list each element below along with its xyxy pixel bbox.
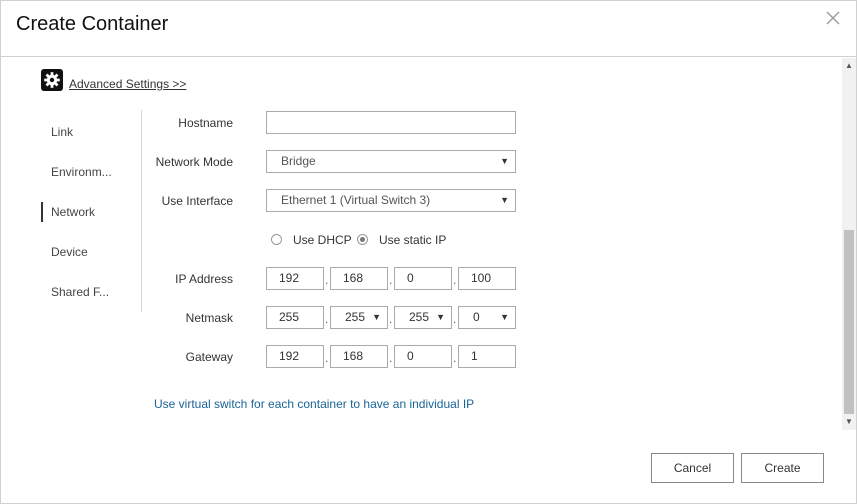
use-dhcp-radio[interactable] <box>271 234 282 245</box>
create-button[interactable]: Create <box>741 453 824 483</box>
use-interface-select[interactable]: Ethernet 1 (Virtual Switch 3) ▼ <box>266 189 516 212</box>
use-static-ip-label: Use static IP <box>379 233 447 247</box>
netmask-octet-1-input[interactable]: 255 <box>266 306 324 329</box>
chevron-down-icon: ▼ <box>436 312 445 322</box>
chevron-down-icon: ▼ <box>500 312 509 322</box>
ip-octet-4-input[interactable]: 100 <box>458 267 516 290</box>
dialog-title: Create Container <box>16 13 169 35</box>
ip-octet-3-input[interactable]: 0 <box>394 267 452 290</box>
gear-icon <box>41 69 63 91</box>
gateway-octet-1-input[interactable]: 192 <box>266 345 324 368</box>
use-interface-label: Use Interface <box>161 194 233 208</box>
cancel-button[interactable]: Cancel <box>651 453 734 483</box>
close-icon[interactable] <box>826 11 842 27</box>
hostname-label: Hostname <box>178 116 233 130</box>
sidebar-item-shared-folders[interactable]: Shared F... <box>41 282 141 302</box>
netmask-octet-2-select[interactable]: 255 ▼ <box>330 306 388 329</box>
use-dhcp-label: Use DHCP <box>293 233 352 247</box>
sidebar-item-device[interactable]: Device <box>41 242 141 262</box>
chevron-down-icon: ▼ <box>372 312 381 322</box>
network-mode-select[interactable]: Bridge ▼ <box>266 150 516 173</box>
netmask-octet-4-select[interactable]: 0 ▼ <box>458 306 516 329</box>
scrollbar-thumb[interactable] <box>844 230 854 414</box>
sidebar-item-network[interactable]: Network <box>41 202 141 222</box>
advanced-settings-link[interactable]: Advanced Settings >> <box>69 77 186 91</box>
gateway-separator: . <box>389 351 393 365</box>
netmask-octet-2-value: 255 <box>345 310 366 324</box>
gateway-octet-3-input[interactable]: 0 <box>394 345 452 368</box>
virtual-switch-hint: Use virtual switch for each container to… <box>154 397 475 411</box>
netmask-octet-4-value: 0 <box>473 310 480 324</box>
netmask-octet-3-select[interactable]: 255 ▼ <box>394 306 452 329</box>
ip-separator: . <box>389 273 393 287</box>
netmask-separator: . <box>389 312 393 326</box>
sidebar-item-environment[interactable]: Environm... <box>41 162 141 182</box>
use-interface-value: Ethernet 1 (Virtual Switch 3) <box>281 193 431 207</box>
dialog-body: Advanced Settings >> Link Environm... Ne… <box>1 58 856 430</box>
ip-octet-2-input[interactable]: 168 <box>330 267 388 290</box>
network-mode-value: Bridge <box>281 154 316 168</box>
gateway-separator: . <box>325 351 329 365</box>
netmask-separator: . <box>453 312 457 326</box>
gateway-separator: . <box>453 351 457 365</box>
hostname-input[interactable] <box>266 111 516 134</box>
scroll-up-arrow-icon[interactable]: ▲ <box>842 60 856 72</box>
gateway-octet-4-input[interactable]: 1 <box>458 345 516 368</box>
network-mode-label: Network Mode <box>155 155 233 169</box>
create-container-dialog: Create Container Advanced Settings >> Li… <box>0 0 857 504</box>
use-static-ip-radio[interactable] <box>357 234 368 245</box>
settings-sidenav: Link Environm... Network Device Shared F… <box>41 110 142 312</box>
ip-octet-1-input[interactable]: 192 <box>266 267 324 290</box>
ip-address-label: IP Address <box>175 272 233 286</box>
netmask-label: Netmask <box>185 311 233 325</box>
dialog-titlebar: Create Container <box>1 1 856 57</box>
ip-separator: . <box>325 273 329 287</box>
gateway-label: Gateway <box>185 350 233 364</box>
chevron-down-icon: ▼ <box>500 156 509 166</box>
gateway-octet-2-input[interactable]: 168 <box>330 345 388 368</box>
chevron-down-icon: ▼ <box>500 195 509 205</box>
ip-separator: . <box>453 273 457 287</box>
dialog-scrollbar[interactable]: ▲ ▼ <box>842 58 856 430</box>
netmask-separator: . <box>325 312 329 326</box>
sidebar-item-link[interactable]: Link <box>41 122 141 142</box>
scroll-down-arrow-icon[interactable]: ▼ <box>842 416 856 428</box>
netmask-octet-3-value: 255 <box>409 310 430 324</box>
